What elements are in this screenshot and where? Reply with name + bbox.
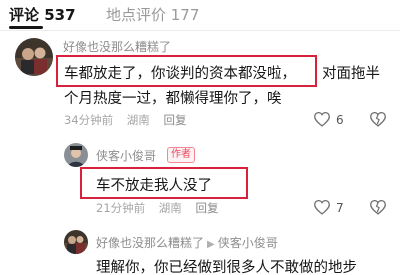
dislike-heart-icon[interactable] [369, 111, 387, 127]
comment-username[interactable]: 好像也没那么糟糕了 [96, 236, 204, 250]
author-username[interactable]: 侠客小俊哥 [96, 147, 156, 164]
tab-comments[interactable]: 评论 537 [9, 4, 76, 25]
tab-location-reviews[interactable]: 地点评价 177 [106, 4, 199, 25]
comment-time: 34分钟前 [64, 113, 114, 127]
comment-meta: 21分钟前 湖南 回复 [96, 200, 228, 216]
heart-outline-icon[interactable] [313, 199, 331, 215]
like-count: 7 [336, 201, 344, 215]
highlight-box [56, 55, 317, 87]
avatar[interactable] [64, 230, 88, 254]
reply-button[interactable]: 回复 [163, 113, 186, 127]
comment-text-line2: 个月热度一过，都懒得理你了，唉 [64, 91, 282, 107]
comment-text: 对面拖半 [322, 66, 380, 82]
comment-text: 理解你，你已经做到很多人不敢做的地步 [96, 260, 357, 275]
reply-button[interactable]: 回复 [195, 201, 218, 215]
dislike-heart-icon[interactable] [369, 199, 387, 215]
comment-tabs: 评论 537 地点评价 177 [0, 0, 400, 30]
comment-text-highlighted: 车不放走我人没了 [96, 178, 212, 194]
comment-location: 湖南 [158, 201, 182, 215]
divider [0, 30, 400, 31]
tab-active-indicator [9, 26, 43, 29]
avatar[interactable] [15, 38, 53, 76]
reply-to-username[interactable]: 侠客小俊哥 [218, 236, 278, 250]
comment-meta: 34分钟前 湖南 回复 [64, 112, 196, 128]
author-avatar[interactable] [64, 143, 88, 167]
like-count: 6 [336, 113, 344, 127]
comment-username[interactable]: 好像也没那么糟糕了 [63, 38, 171, 55]
comment-time: 21分钟前 [96, 201, 146, 215]
caret-right-icon: ▶ [207, 239, 215, 250]
author-badge: 作者 [167, 147, 195, 163]
heart-outline-icon[interactable] [313, 111, 331, 127]
comment-location: 湖南 [126, 113, 150, 127]
reply-header: 好像也没那么糟糕了 ▶ 侠客小俊哥 [96, 234, 278, 251]
